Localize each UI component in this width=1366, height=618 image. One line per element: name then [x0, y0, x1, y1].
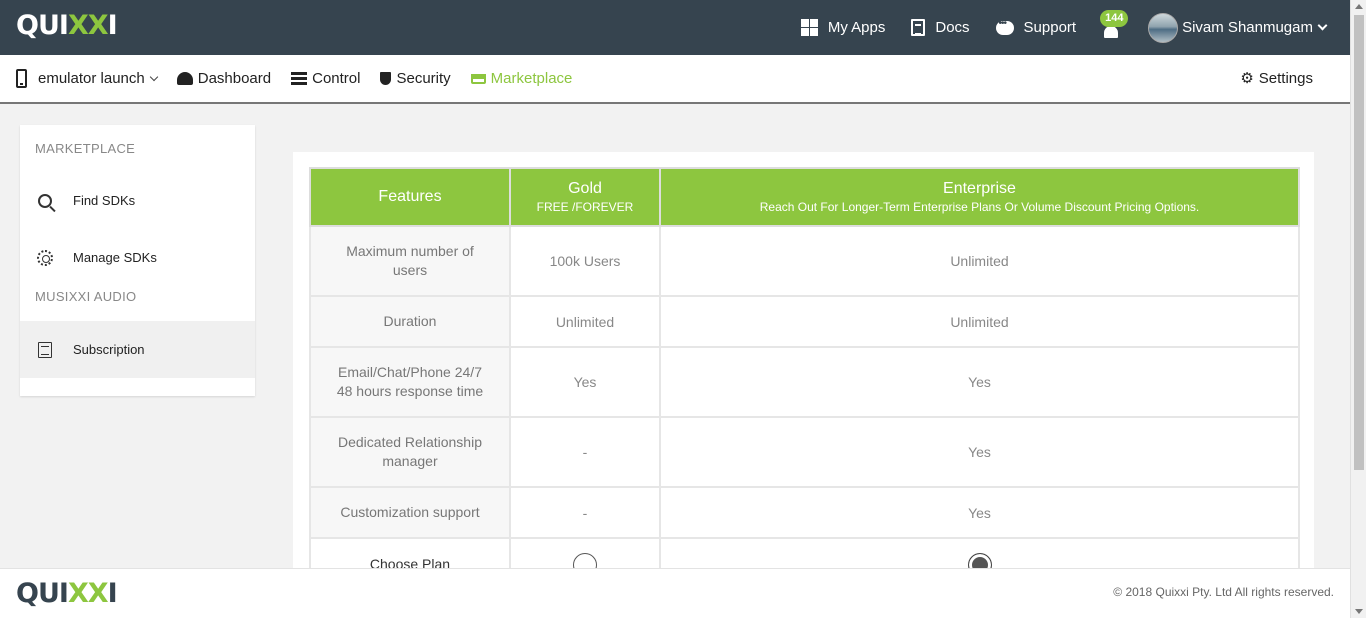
- page-scrollbar[interactable]: [1350, 0, 1366, 618]
- avatar: [1148, 12, 1179, 43]
- notifications-button[interactable]: 144: [1100, 9, 1129, 38]
- top-nav: My Apps Docs Support 144 Sivam Shanmugam: [800, 0, 1350, 55]
- subscription-card: Features Gold FREE /FOREVER Enterprise Rea…: [293, 152, 1314, 590]
- shield-icon: [380, 72, 392, 85]
- chat-bubble-icon: [995, 18, 1014, 35]
- scroll-up-arrow-icon[interactable]: [1355, 4, 1363, 9]
- quixxi-logo[interactable]: QUIXXI: [16, 10, 118, 41]
- grid-icon: [800, 19, 818, 36]
- scroll-down-arrow-icon[interactable]: [1355, 609, 1363, 614]
- nav-marketplace-label: Marketplace: [490, 70, 573, 87]
- nav-security[interactable]: Security: [380, 70, 451, 87]
- chevron-down-icon: [149, 72, 158, 82]
- sidebar-heading-app: MUSIXXI AUDIO: [35, 289, 137, 304]
- table-row: Maximum number of users 100k Users Unlim…: [309, 225, 1300, 297]
- nav-control-label: Control: [312, 70, 361, 87]
- nav-marketplace[interactable]: Marketplace: [470, 70, 573, 87]
- copyright-text: © 2018 Quixxi Pty. Ltd All rights reserv…: [1113, 585, 1334, 599]
- support-link[interactable]: Support: [995, 18, 1077, 36]
- feature-cell: Email/Chat/Phone 24/7 48 hours response …: [309, 346, 511, 418]
- feature-cell: Customization support: [309, 486, 511, 539]
- footer-logo: QUIXXI: [16, 578, 118, 609]
- enterprise-cell: Unlimited: [659, 225, 1300, 297]
- dashboard-gauge-icon: [176, 72, 193, 85]
- sidebar-item-label: Subscription: [73, 342, 145, 357]
- enterprise-cell: Unlimited: [659, 295, 1300, 348]
- sidebar-item-find-sdks[interactable]: Find SDKs: [20, 172, 255, 229]
- enterprise-cell: Yes: [659, 346, 1300, 418]
- header-features: Features: [309, 167, 511, 227]
- user-name: Sivam Shanmugam: [1182, 19, 1313, 36]
- gold-cell: Unlimited: [509, 295, 661, 348]
- feature-cell: Maximum number of users: [309, 225, 511, 297]
- top-bar: QUIXXI My Apps Docs Support 144 Sivam Sh…: [0, 0, 1350, 55]
- table-row: Customization support - Yes: [309, 486, 1300, 539]
- table-row: Duration Unlimited Unlimited: [309, 295, 1300, 348]
- table-row: Dedicated Relationship manager - Yes: [309, 416, 1300, 488]
- phone-icon: [16, 69, 27, 88]
- gear-icon: ⚙: [1240, 70, 1254, 87]
- enterprise-cell: Yes: [659, 416, 1300, 488]
- table-header-row: Features Gold FREE /FOREVER Enterprise Rea…: [309, 167, 1300, 227]
- docs-link[interactable]: Docs: [911, 19, 970, 36]
- sidebar-heading-marketplace: MARKETPLACE: [35, 141, 136, 156]
- nav-dashboard-label: Dashboard: [197, 70, 272, 87]
- app-name: emulator launch: [38, 70, 145, 87]
- app-selector[interactable]: emulator launch: [16, 69, 158, 88]
- nav-dashboard[interactable]: Dashboard: [176, 70, 272, 87]
- footer: QUIXXI © 2018 Quixxi Pty. Ltd All rights…: [0, 568, 1350, 618]
- user-menu[interactable]: Sivam Shanmugam: [1148, 12, 1328, 43]
- gear-icon: [35, 249, 55, 266]
- sidebar-item-manage-sdks[interactable]: Manage SDKs: [20, 229, 255, 286]
- sub-nav: emulator launch Dashboard Control Securi…: [0, 55, 1350, 104]
- feature-cell: Dedicated Relationship manager: [309, 416, 511, 488]
- notification-count-badge: 144: [1100, 9, 1129, 27]
- cart-icon: [470, 73, 486, 84]
- document-icon: [911, 19, 926, 36]
- table-row: Email/Chat/Phone 24/7 48 hours response …: [309, 346, 1300, 418]
- settings-label: Settings: [1258, 70, 1313, 87]
- gold-cell: -: [509, 486, 661, 539]
- settings-button[interactable]: ⚙ Settings: [1240, 70, 1313, 87]
- gold-cell: 100k Users: [509, 225, 661, 297]
- sidebar-item-subscription[interactable]: Subscription: [20, 321, 255, 378]
- search-icon: [35, 193, 55, 208]
- server-icon: [291, 72, 308, 85]
- sidebar-item-label: Find SDKs: [73, 193, 136, 208]
- plans-table: Features Gold FREE /FOREVER Enterprise Rea…: [309, 167, 1300, 590]
- my-apps-label: My Apps: [827, 19, 886, 36]
- my-apps-link[interactable]: My Apps: [800, 19, 886, 36]
- list-icon: [35, 341, 55, 358]
- header-gold: Gold FREE /FOREVER: [509, 167, 661, 227]
- sidebar-item-label: Manage SDKs: [73, 250, 157, 265]
- docs-label: Docs: [935, 19, 970, 36]
- header-enterprise: Enterprise Reach Out For Longer-Term Ente…: [659, 167, 1300, 227]
- nav-security-label: Security: [396, 70, 451, 87]
- gold-cell: Yes: [509, 346, 661, 418]
- enterprise-cell: Yes: [659, 486, 1300, 539]
- nav-control[interactable]: Control: [291, 70, 360, 87]
- sidebar: MARKETPLACE Find SDKs Manage SDKs MUSIXX…: [20, 125, 255, 396]
- support-label: Support: [1023, 19, 1077, 36]
- gold-cell: -: [509, 416, 661, 488]
- bell-icon: [1104, 25, 1119, 38]
- chevron-down-icon: [1317, 20, 1328, 31]
- scrollbar-thumb[interactable]: [1354, 15, 1364, 470]
- feature-cell: Duration: [309, 295, 511, 348]
